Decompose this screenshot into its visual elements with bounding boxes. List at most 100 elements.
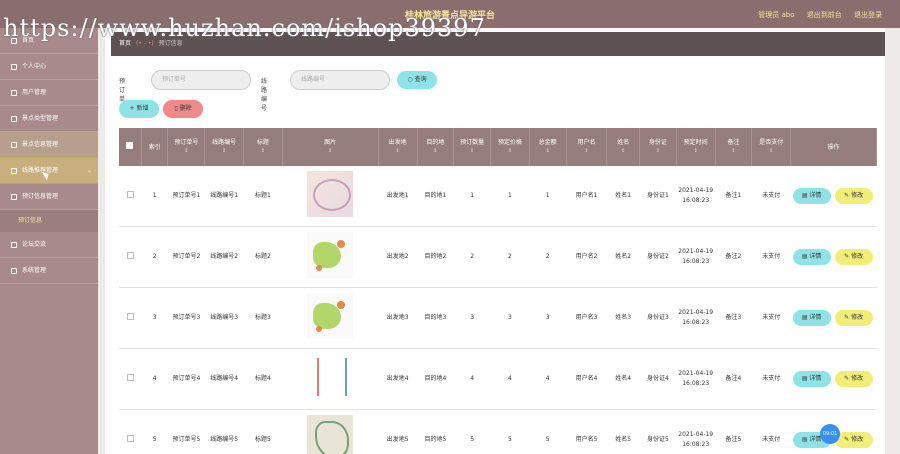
route-input[interactable]: 线路编号 xyxy=(290,70,390,90)
cell-name: 姓名3 xyxy=(606,287,640,349)
edit-button[interactable]: ✎ 修改 xyxy=(834,188,873,204)
cell-idcard: 身份证4 xyxy=(639,348,677,410)
sidebar-item-forum[interactable]: 论坛交流 xyxy=(0,232,98,258)
route-image[interactable] xyxy=(307,171,354,217)
col-header[interactable]: 标题 ⇕ xyxy=(243,128,283,166)
cell-time: 2021-04-19 16:08:23 xyxy=(676,226,716,288)
cell-title: 标题1 xyxy=(243,166,283,227)
col-header[interactable]: 索引 xyxy=(141,128,169,166)
col-header[interactable]: 是否支付 ⇕ xyxy=(751,128,792,166)
route-image[interactable] xyxy=(307,293,354,339)
col-header[interactable]: 预定时间 ⇕ xyxy=(676,128,716,166)
cell-title: 标题2 xyxy=(243,226,283,288)
sidebar-item-system[interactable]: 系统管理 xyxy=(0,258,98,284)
cell-price: 2 xyxy=(490,226,530,288)
sort-icon: ⇕ xyxy=(655,148,661,154)
cell-total: 5 xyxy=(529,409,567,454)
row-checkbox-cell xyxy=(119,166,142,227)
col-header[interactable]: 姓名 ⇕ xyxy=(606,128,641,166)
cell-time: 2021-04-19 16:08:23 xyxy=(676,287,716,349)
cell-image xyxy=(282,348,379,410)
cell-title: 标题3 xyxy=(243,287,283,349)
logout-link[interactable]: 退出登录 xyxy=(854,11,882,19)
cell-route: 线路编号1 xyxy=(204,166,244,227)
row-checkbox-cell xyxy=(119,226,142,288)
edit-button[interactable]: ✎ 修改 xyxy=(834,371,873,387)
detail-button[interactable]: ▤ 详情 xyxy=(792,310,831,326)
cell-note: 备注2 xyxy=(715,226,752,288)
cell-time: 2021-04-19 16:08:23 xyxy=(676,409,716,454)
sidebar: 首页 个人中心 用户管理 景点类型管理 景点信息管理 线路推荐管理 ⌄ 预订信息管… xyxy=(0,28,98,454)
route-image[interactable] xyxy=(307,232,354,278)
row-checkbox[interactable] xyxy=(126,190,134,198)
row-checkbox[interactable] xyxy=(126,312,134,320)
user-icon xyxy=(11,64,17,70)
sidebar-item-spot-info[interactable]: 景点信息管理 xyxy=(0,132,98,158)
row-checkbox[interactable] xyxy=(126,251,134,259)
sidebar-item-bookings[interactable]: 预订信息管理 xyxy=(0,184,98,210)
edit-button[interactable]: ✎ 修改 xyxy=(834,432,873,448)
cell-image xyxy=(282,409,379,454)
sidebar-item-users[interactable]: 用户管理 xyxy=(0,80,98,106)
sidebar-item-spot-types[interactable]: 景点类型管理 xyxy=(0,106,98,132)
cell-user: 用户名5 xyxy=(566,409,607,454)
cell-title: 标题5 xyxy=(243,409,283,454)
cell-dest: 目的地1 xyxy=(417,166,454,227)
cell-note: 备注3 xyxy=(715,287,752,349)
category-icon xyxy=(11,116,17,122)
cell-note: 备注1 xyxy=(715,166,752,227)
booking-icon xyxy=(11,194,17,200)
delete-button[interactable]: ▯ 删除 xyxy=(163,100,203,118)
col-header[interactable]: 出发地 ⇕ xyxy=(378,128,418,166)
sort-icon: ⇕ xyxy=(545,148,550,154)
search-button[interactable]: ○ 查询 xyxy=(397,71,437,89)
select-all-checkbox[interactable] xyxy=(126,142,134,149)
col-header[interactable]: 目的地 ⇕ xyxy=(417,128,455,166)
col-header[interactable]: 预订数量 ⇕ xyxy=(453,128,492,166)
edit-button[interactable]: ✎ 修改 xyxy=(834,249,873,265)
cell-paid: 未支付 xyxy=(751,348,791,410)
cell-note: 备注5 xyxy=(715,409,752,454)
cell-note: 备注4 xyxy=(715,348,752,410)
sort-icon: ⇕ xyxy=(693,148,698,154)
cell-order: 预订单号4 xyxy=(167,348,205,410)
row-checkbox[interactable] xyxy=(126,434,134,442)
col-header[interactable]: 线路编号 ⇕ xyxy=(204,128,245,166)
cell-price: 4 xyxy=(490,348,530,410)
back-to-front-link[interactable]: 退出到前台 xyxy=(807,11,842,19)
col-header[interactable]: 总金额 ⇕ xyxy=(529,128,567,166)
sort-icon: ⇕ xyxy=(260,148,265,154)
row-checkbox[interactable] xyxy=(126,373,134,381)
col-header[interactable]: 用户名 ⇕ xyxy=(566,128,608,166)
sort-icon: ⇕ xyxy=(731,148,736,154)
col-header[interactable]: 预定价格 ⇕ xyxy=(490,128,530,166)
watermark: https://www.huzhan.com/ishop39397 xyxy=(3,14,486,42)
sidebar-item-profile[interactable]: 个人中心 xyxy=(0,54,98,80)
detail-button[interactable]: ▤ 详情 xyxy=(792,249,831,265)
col-header[interactable]: 备注 ⇕ xyxy=(715,128,753,166)
floating-clock-badge[interactable]: 09:01 xyxy=(820,424,840,444)
detail-button[interactable]: ▤ 详情 xyxy=(792,188,831,204)
cell-price: 5 xyxy=(490,409,530,454)
search-icon: ○ xyxy=(407,76,415,83)
col-header[interactable]: 身份证 ⇕ xyxy=(639,128,677,166)
edit-button[interactable]: ✎ 修改 xyxy=(834,310,873,326)
add-button[interactable]: + 新增 xyxy=(119,100,159,118)
users-icon xyxy=(11,90,17,96)
cell-idcard: 身份证5 xyxy=(639,409,677,454)
sidebar-item-routes[interactable]: 线路推荐管理 ⌄ xyxy=(0,158,98,184)
cell-origin: 出发地4 xyxy=(378,348,418,410)
cell-origin: 出发地5 xyxy=(378,409,418,454)
cell-total: 3 xyxy=(529,287,567,349)
cell-dest: 目的地5 xyxy=(417,409,454,454)
col-header[interactable]: 图片 ⇕ xyxy=(282,128,379,166)
route-image[interactable] xyxy=(307,354,354,400)
detail-button[interactable]: ▤ 详情 xyxy=(792,371,831,387)
col-header[interactable]: 预订单号 ⇕ xyxy=(167,128,206,166)
cell-qty: 2 xyxy=(453,226,491,288)
order-input[interactable]: 预订单号 xyxy=(151,70,251,90)
sidebar-subitem-bookings[interactable]: 预订信息 xyxy=(0,210,98,232)
route-image[interactable] xyxy=(307,415,354,454)
cell-price: 1 xyxy=(490,166,530,227)
cell-user: 用户名3 xyxy=(566,287,607,349)
